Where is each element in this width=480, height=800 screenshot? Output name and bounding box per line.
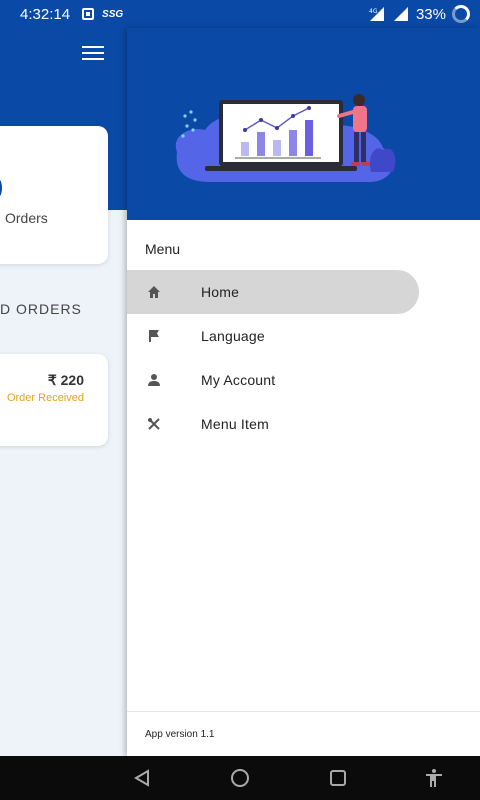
background-screen: Orders D ORDERS ₹ 220 Order Received: [0, 28, 127, 756]
orders-label: Orders: [5, 210, 48, 226]
section-title: D ORDERS: [0, 301, 82, 317]
divider: [127, 711, 480, 712]
network-badge: 4G: [369, 8, 378, 15]
flag-icon: [145, 327, 163, 345]
accessibility-icon[interactable]: [422, 766, 446, 790]
menu-item-menu-item[interactable]: Menu Item: [127, 402, 419, 446]
recents-icon[interactable]: [326, 766, 350, 790]
status-bar: 4:32:14 SSG 4G 33%: [0, 0, 480, 28]
menu-item-my-account[interactable]: My Account: [127, 358, 419, 402]
app-version: App version 1.1: [145, 729, 215, 740]
signal-4g-icon: 4G: [369, 7, 384, 21]
menu-item-language[interactable]: Language: [127, 314, 419, 358]
signal-icon: [393, 7, 408, 21]
order-status: Order Received: [6, 392, 84, 404]
carrier-badge: SSG: [102, 8, 124, 20]
navigation-drawer: Menu Home Language My Account Menu Item …: [127, 28, 480, 756]
order-card[interactable]: ₹ 220 Order Received: [0, 354, 108, 446]
home-icon: [145, 283, 163, 301]
back-icon[interactable]: [130, 766, 154, 790]
system-navigation-bar: [0, 756, 480, 800]
battery-percent: 33%: [415, 5, 446, 23]
menu-item-label: Menu Item: [201, 416, 269, 432]
menu-title: Menu: [145, 241, 181, 257]
person-icon: [145, 371, 163, 389]
orders-summary-card[interactable]: Orders: [0, 126, 108, 264]
fork-knife-icon: [145, 415, 163, 433]
count-glyph: [0, 176, 2, 200]
drawer-header: [127, 28, 480, 220]
home-circle-icon[interactable]: [228, 766, 252, 790]
status-time: 4:32:14: [20, 5, 71, 23]
menu-item-home[interactable]: Home: [127, 270, 419, 314]
hamburger-menu-icon[interactable]: [82, 46, 104, 62]
menu-item-label: Language: [201, 328, 265, 344]
battery-icon: [452, 5, 470, 23]
analytics-illustration: [175, 94, 396, 182]
sim-card-icon: [82, 8, 95, 20]
menu-item-label: My Account: [201, 372, 276, 388]
menu-item-label: Home: [201, 284, 240, 300]
order-amount: ₹ 220: [47, 372, 84, 388]
